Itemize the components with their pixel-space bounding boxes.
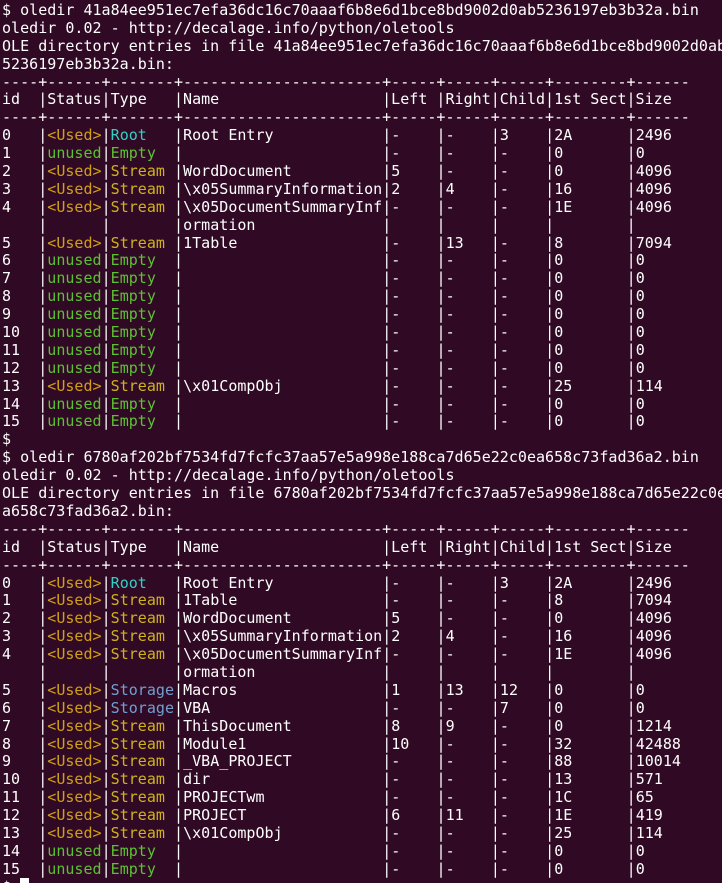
- version-line: oledir 0.02 - http://decalage.info/pytho…: [2, 467, 722, 485]
- table-separator: ----+------+-------+--------------------…: [2, 521, 722, 539]
- table-row: 9 |unused|Empty | |- |- |- |0 |0: [2, 306, 722, 324]
- table-row: 15 |unused|Empty | |- |- |- |0 |0: [2, 413, 722, 431]
- listing-intro-line: OLE directory entries in file 6780af202b…: [2, 485, 722, 503]
- table-row: 4 |<Used>|Stream |\x05DocumentSummaryInf…: [2, 646, 722, 664]
- table-row: 12 |unused|Empty | |- |- |- |0 |0: [2, 360, 722, 378]
- listing-intro-line: OLE directory entries in file 41a84ee951…: [2, 38, 722, 56]
- table-header: id |Status|Type |Name |Left |Right|Child…: [2, 539, 722, 557]
- table-row: 7 |<Used>|Stream |ThisDocument |8 |9 |- …: [2, 718, 722, 736]
- table-row: 5 |<Used>|Stream |1Table |- |13 |- |8 |7…: [2, 235, 722, 253]
- table-row: 0 |<Used>|Root |Root Entry |- |- |3 |2A …: [2, 127, 722, 145]
- table-row: 1 |<Used>|Stream |1Table |- |- |- |8 |70…: [2, 592, 722, 610]
- table-row: 9 |<Used>|Stream |_VBA_PROJECT |- |- |- …: [2, 753, 722, 771]
- listing-intro-line: a658c73fad36a2.bin:: [2, 503, 722, 521]
- table-separator: ----+------+-------+--------------------…: [2, 74, 722, 92]
- listing-intro-line: 5236197eb3b32a.bin:: [2, 56, 722, 74]
- table-row: 6 |<Used>|Storage|VBA |- |- |7 |0 |0: [2, 700, 722, 718]
- table-row: 15 |unused|Empty | |- |- |- |0 |0: [2, 861, 722, 879]
- table-row: 1 |unused|Empty | |- |- |- |0 |0: [2, 145, 722, 163]
- table-row: 12 |<Used>|Stream |PROJECT |6 |11 |- |1E…: [2, 807, 722, 825]
- terminal-cursor: [20, 878, 29, 883]
- table-row: 2 |<Used>|Stream |WordDocument |5 |- |- …: [2, 610, 722, 628]
- command-line: $ oledir 6780af202bf7534fd7fcfc37aa57e5a…: [2, 449, 722, 467]
- shell-prompt: $: [2, 879, 722, 883]
- table-row: 4 |<Used>|Stream |\x05DocumentSummaryInf…: [2, 199, 722, 217]
- terminal-screen[interactable]: $ oledir 41a84ee951ec7efa36dc16c70aaaf6b…: [0, 0, 722, 883]
- table-row-continuation: | | |ormation | | | | |: [2, 217, 722, 235]
- version-line: oledir 0.02 - http://decalage.info/pytho…: [2, 20, 722, 38]
- table-row: 11 |<Used>|Stream |PROJECTwm |- |- |- |1…: [2, 789, 722, 807]
- table-row: 10 |<Used>|Stream |dir |- |- |- |13 |571: [2, 771, 722, 789]
- table-row: 2 |<Used>|Stream |WordDocument |5 |- |- …: [2, 163, 722, 181]
- table-row: 11 |unused|Empty | |- |- |- |0 |0: [2, 342, 722, 360]
- table-row: 0 |<Used>|Root |Root Entry |- |- |3 |2A …: [2, 575, 722, 593]
- table-separator: ----+------+-------+--------------------…: [2, 109, 722, 127]
- table-row: 13 |<Used>|Stream |\x01CompObj |- |- |- …: [2, 825, 722, 843]
- table-row: 10 |unused|Empty | |- |- |- |0 |0: [2, 324, 722, 342]
- table-row: 8 |unused|Empty | |- |- |- |0 |0: [2, 288, 722, 306]
- command-line: $ oledir 41a84ee951ec7efa36dc16c70aaaf6b…: [2, 2, 722, 20]
- table-row: 14 |unused|Empty | |- |- |- |0 |0: [2, 843, 722, 861]
- table-row: 8 |<Used>|Stream |Module1 |10 |- |- |32 …: [2, 736, 722, 754]
- table-row: 6 |unused|Empty | |- |- |- |0 |0: [2, 252, 722, 270]
- table-header: id |Status|Type |Name |Left |Right|Child…: [2, 91, 722, 109]
- table-row: 7 |unused|Empty | |- |- |- |0 |0: [2, 270, 722, 288]
- table-row-continuation: | | |ormation | | | | |: [2, 664, 722, 682]
- table-row: 3 |<Used>|Stream |\x05SummaryInformation…: [2, 181, 722, 199]
- table-row: 14 |unused|Empty | |- |- |- |0 |0: [2, 396, 722, 414]
- shell-prompt: $: [2, 431, 722, 449]
- table-row: 5 |<Used>|Storage|Macros |1 |13 |12 |0 |…: [2, 682, 722, 700]
- table-row: 3 |<Used>|Stream |\x05SummaryInformation…: [2, 628, 722, 646]
- table-separator: ----+------+-------+--------------------…: [2, 557, 722, 575]
- table-row: 13 |<Used>|Stream |\x01CompObj |- |- |- …: [2, 378, 722, 396]
